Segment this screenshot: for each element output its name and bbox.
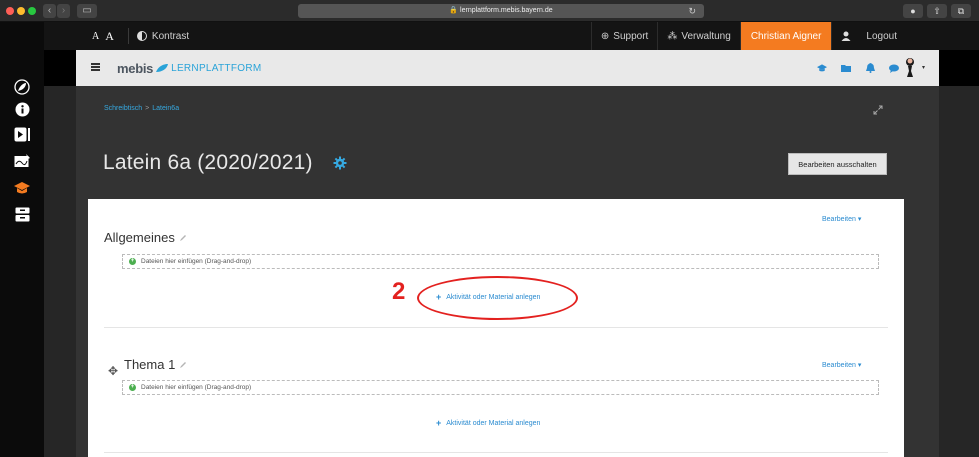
plus-icon: + bbox=[436, 418, 442, 428]
leaf-logo-icon bbox=[156, 64, 169, 72]
courses-graduation-cap-icon[interactable] bbox=[817, 63, 827, 73]
annotation-number: 2 bbox=[392, 278, 406, 305]
logout-link[interactable]: Logout bbox=[860, 22, 907, 50]
minimize-window-button[interactable] bbox=[17, 7, 25, 15]
mebis-leaf-icon[interactable] bbox=[0, 76, 44, 98]
section-title-topic-1: Thema 1 bbox=[124, 357, 187, 372]
font-size-small-button[interactable]: A bbox=[92, 31, 99, 42]
browser-title-bar: ‹ › ▭ 🔒 lernplattform.mebis.bayern.de ↻ ●… bbox=[0, 0, 979, 22]
info-icon[interactable] bbox=[0, 98, 44, 120]
utility-bar: A A Kontrast ⊕ Support ⁂ Verwaltung Chri… bbox=[44, 22, 979, 50]
chevron-down-icon: ▾ bbox=[857, 216, 862, 223]
edit-off-button[interactable]: Bearbeiten ausschalten bbox=[788, 153, 887, 175]
gear-icon[interactable] bbox=[333, 156, 347, 170]
close-window-button[interactable] bbox=[6, 7, 14, 15]
url-bar[interactable]: 🔒 lernplattform.mebis.bayern.de ↻ bbox=[298, 4, 704, 18]
section-divider bbox=[104, 327, 888, 328]
hamburger-menu-icon[interactable] bbox=[91, 63, 100, 71]
avatar[interactable] bbox=[903, 57, 917, 79]
sitemap-icon: ⁂ bbox=[667, 30, 678, 42]
add-circle-icon: + bbox=[129, 384, 136, 391]
contrast-icon bbox=[136, 31, 147, 41]
breadcrumb-item-home[interactable]: Schreibtisch bbox=[104, 105, 142, 112]
lock-icon: 🔒 bbox=[449, 7, 459, 14]
media-icon[interactable] bbox=[0, 123, 44, 145]
maximize-window-button[interactable] bbox=[28, 7, 36, 15]
tabs-icon[interactable]: ⧉ bbox=[951, 4, 971, 18]
add-activity-label: Aktivität oder Material anlegen bbox=[446, 419, 541, 427]
sign-icon[interactable] bbox=[0, 150, 44, 172]
admin-label: Verwaltung bbox=[681, 30, 731, 42]
pencil-icon[interactable] bbox=[179, 361, 187, 369]
section-title-text: Thema 1 bbox=[124, 357, 176, 372]
download-icon[interactable]: ● bbox=[903, 4, 923, 18]
logo-text: mebis bbox=[117, 60, 154, 76]
graduation-cap-icon[interactable] bbox=[0, 177, 44, 199]
chat-bubble-icon[interactable] bbox=[889, 63, 899, 73]
mebis-logo[interactable]: mebis LERNPLATTFORM bbox=[117, 60, 261, 76]
contrast-button[interactable]: Kontrast bbox=[136, 30, 190, 42]
admin-link[interactable]: ⁂ Verwaltung bbox=[657, 22, 739, 50]
folder-icon[interactable] bbox=[841, 63, 851, 73]
nav-bar: mebis LERNPLATTFORM ▾ bbox=[76, 50, 939, 86]
section-divider bbox=[104, 452, 888, 453]
share-icon[interactable]: ⇧ bbox=[927, 4, 947, 18]
add-circle-icon: + bbox=[129, 258, 136, 265]
divider bbox=[127, 28, 129, 44]
annotation-ellipse bbox=[417, 276, 578, 320]
chevron-down-icon[interactable]: ▾ bbox=[922, 64, 925, 71]
page-title: Latein 6a (2020/2021) bbox=[103, 151, 313, 174]
breadcrumb-item-course[interactable]: Latein6a bbox=[152, 105, 179, 112]
section-edit-label: Bearbeiten bbox=[822, 362, 856, 369]
add-activity-link[interactable]: + Aktivität oder Material anlegen bbox=[436, 418, 540, 428]
file-dropzone[interactable]: + Dateien hier einfügen (Drag-and-drop) bbox=[122, 254, 879, 269]
section-edit-dropdown[interactable]: Bearbeiten ▾ bbox=[822, 361, 861, 369]
user-name[interactable]: Christian Aigner bbox=[739, 22, 832, 50]
breadcrumb-separator: > bbox=[145, 105, 150, 112]
move-icon[interactable]: ✥ bbox=[108, 364, 118, 378]
sidebar-toggle-button[interactable]: ▭ bbox=[77, 4, 97, 18]
section-title-general: Allgemeines bbox=[104, 230, 187, 245]
reload-icon[interactable]: ↻ bbox=[688, 4, 696, 18]
section-edit-dropdown[interactable]: Bearbeiten ▾ bbox=[822, 215, 861, 223]
bell-icon[interactable] bbox=[865, 63, 875, 73]
url-text: lernplattform.mebis.bayern.de bbox=[460, 7, 553, 14]
font-size-large-button[interactable]: A bbox=[105, 29, 114, 44]
left-icon-rail bbox=[0, 22, 44, 457]
dropzone-label: Dateien hier einfügen (Drag-and-drop) bbox=[141, 384, 252, 391]
logo-subtext: LERNPLATTFORM bbox=[171, 62, 262, 74]
expand-icon[interactable] bbox=[873, 105, 883, 115]
forward-button[interactable]: › bbox=[57, 4, 70, 18]
user-icon[interactable] bbox=[831, 22, 860, 50]
support-label: Support bbox=[613, 30, 649, 42]
support-link[interactable]: ⊕ Support bbox=[590, 22, 657, 50]
section-title-text: Allgemeines bbox=[104, 230, 175, 245]
contrast-label: Kontrast bbox=[151, 30, 190, 42]
pencil-icon[interactable] bbox=[179, 234, 187, 242]
breadcrumb: Schreibtisch > Latein6a bbox=[104, 105, 179, 112]
file-dropzone[interactable]: + Dateien hier einfügen (Drag-and-drop) bbox=[122, 380, 879, 395]
section-edit-label: Bearbeiten bbox=[822, 216, 856, 223]
back-button[interactable]: ‹ bbox=[43, 4, 56, 18]
archive-icon[interactable] bbox=[0, 203, 44, 225]
dropzone-label: Dateien hier einfügen (Drag-and-drop) bbox=[141, 258, 252, 265]
lifebuoy-icon: ⊕ bbox=[600, 30, 610, 42]
chevron-down-icon: ▾ bbox=[857, 362, 862, 369]
